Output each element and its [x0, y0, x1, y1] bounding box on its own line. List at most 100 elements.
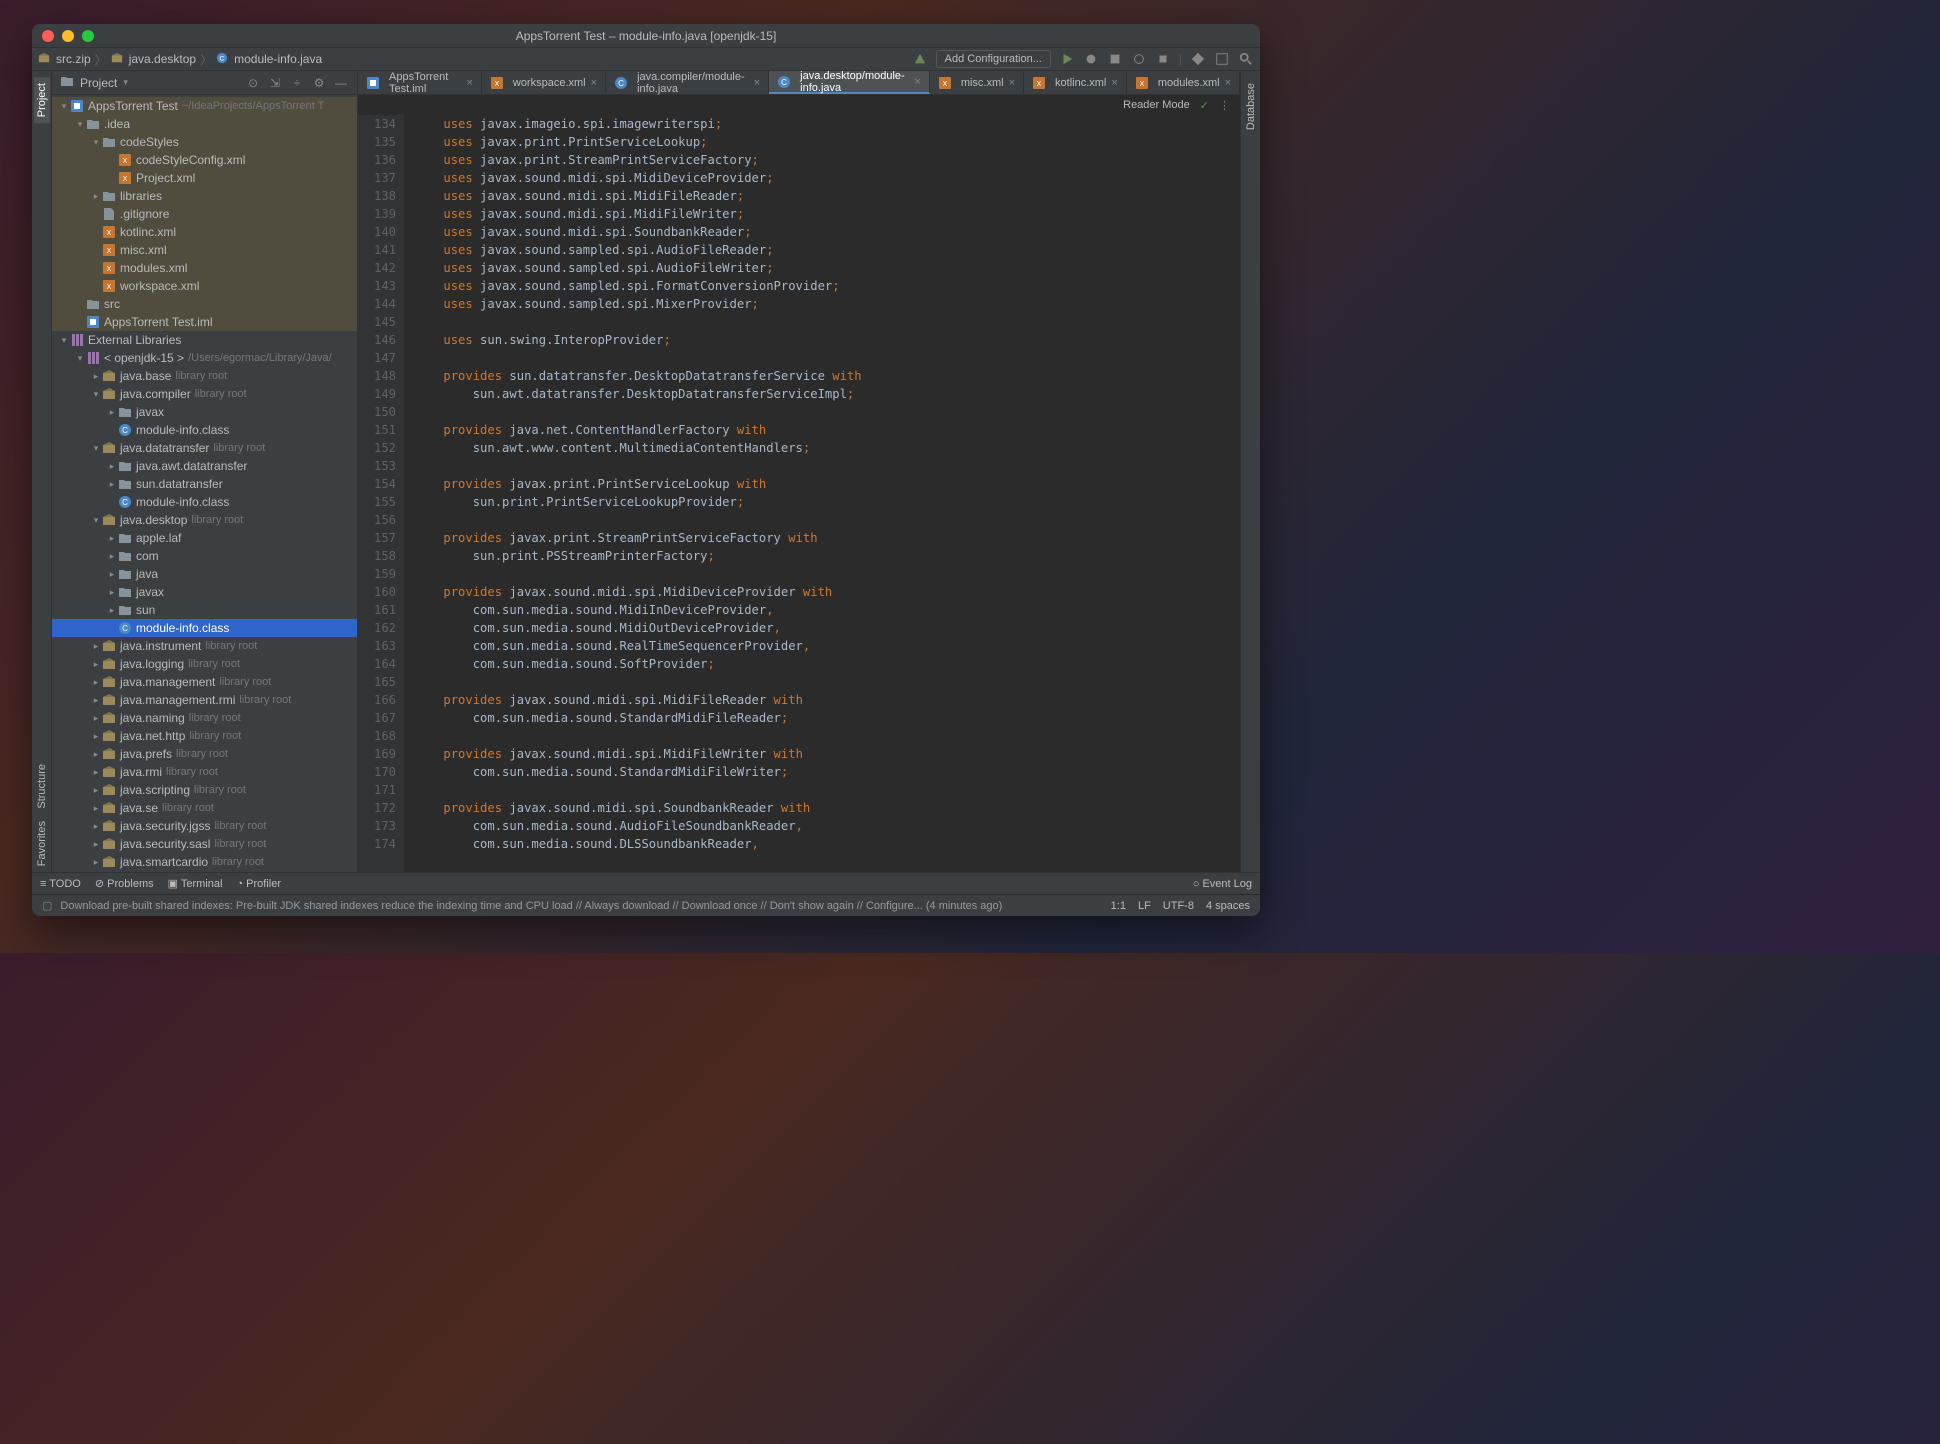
titlebar[interactable]: AppsTorrent Test – module-info.java [ope… — [32, 24, 1260, 48]
breadcrumb-item[interactable]: java.desktop — [129, 52, 196, 66]
tree-item[interactable]: ▸java.net.httplibrary root — [52, 727, 357, 745]
close-tab-icon[interactable]: × — [1111, 77, 1117, 89]
tree-item[interactable]: .gitignore — [52, 205, 357, 223]
tree-item[interactable]: src — [52, 295, 357, 313]
editor-tabs[interactable]: AppsTorrent Test.iml×workspace.xml×java.… — [358, 71, 1240, 95]
tree-item[interactable]: ▾java.datatransferlibrary root — [52, 439, 357, 457]
cursor-position[interactable]: 1:1 — [1111, 900, 1126, 912]
project-tree[interactable]: ▾AppsTorrent Test~/IdeaProjects/AppsTorr… — [52, 95, 357, 872]
problems-tab[interactable]: ⊘ Problems — [95, 877, 154, 890]
event-log-tab[interactable]: ○ Event Log — [1193, 878, 1252, 890]
select-opened-icon[interactable]: ⊙ — [245, 75, 261, 91]
file-encoding[interactable]: UTF-8 — [1163, 900, 1194, 912]
close-tab-icon[interactable]: × — [914, 76, 920, 88]
todo-tab[interactable]: ≡ TODO — [40, 878, 81, 890]
tree-item[interactable]: ▸java.baselibrary root — [52, 367, 357, 385]
indent-setting[interactable]: 4 spaces — [1206, 900, 1250, 912]
collapse-all-icon[interactable]: ÷ — [289, 75, 305, 91]
editor-tab[interactable]: java.desktop/module-info.java× — [769, 71, 930, 94]
reader-mode-label[interactable]: Reader Mode — [1123, 99, 1190, 111]
hide-panel-icon[interactable]: — — [333, 75, 349, 91]
show-tool-windows-icon[interactable]: ▢ — [42, 899, 52, 912]
tree-item[interactable]: ▸java.logginglibrary root — [52, 655, 357, 673]
tree-item[interactable]: ▾codeStyles — [52, 133, 357, 151]
add-configuration-button[interactable]: Add Configuration... — [936, 50, 1051, 68]
breadcrumb-item[interactable]: src.zip — [56, 52, 91, 66]
tree-item[interactable]: ▾java.compilerlibrary root — [52, 385, 357, 403]
tree-item[interactable]: ▸java.naminglibrary root — [52, 709, 357, 727]
tree-item[interactable]: modules.xml — [52, 259, 357, 277]
tree-item[interactable]: ▸java.security.sasllibrary root — [52, 835, 357, 853]
run-icon[interactable] — [1059, 51, 1075, 67]
pkg-icon — [102, 693, 116, 707]
tree-item[interactable]: module-info.class — [52, 493, 357, 511]
tree-item[interactable]: ▸javax — [52, 583, 357, 601]
tree-item[interactable]: module-info.class — [52, 619, 357, 637]
editor-tab[interactable]: java.compiler/module-info.java× — [606, 71, 769, 94]
gear-icon[interactable]: ⚙ — [311, 75, 327, 91]
tree-item[interactable]: ▸java.selibrary root — [52, 799, 357, 817]
tree-item[interactable]: misc.xml — [52, 241, 357, 259]
tree-item[interactable]: ▸java — [52, 565, 357, 583]
code-editor[interactable]: 1341351361371381391401411421431441451461… — [358, 115, 1240, 872]
menu-icon[interactable]: ⋮ — [1219, 99, 1230, 112]
editor-tab[interactable]: modules.xml× — [1127, 71, 1240, 94]
project-tool-tab[interactable]: Project — [34, 77, 50, 123]
coverage-icon[interactable] — [1107, 51, 1123, 67]
tree-item[interactable]: AppsTorrent Test.iml — [52, 313, 357, 331]
tree-item[interactable]: ▸java.managementlibrary root — [52, 673, 357, 691]
close-tab-icon[interactable]: × — [591, 77, 597, 89]
favorites-tool-tab[interactable]: Favorites — [34, 815, 50, 872]
tree-item[interactable]: ▸javax — [52, 403, 357, 421]
close-tab-icon[interactable]: × — [1225, 77, 1231, 89]
tree-item[interactable]: workspace.xml — [52, 277, 357, 295]
tree-item[interactable]: ▸java.instrumentlibrary root — [52, 637, 357, 655]
structure-tool-tab[interactable]: Structure — [34, 758, 50, 815]
tree-item[interactable]: ▸java.prefslibrary root — [52, 745, 357, 763]
close-tab-icon[interactable]: × — [466, 77, 472, 89]
profile-icon[interactable] — [1131, 51, 1147, 67]
database-tool-tab[interactable]: Database — [1243, 77, 1259, 136]
editor-tab[interactable]: kotlinc.xml× — [1024, 71, 1127, 94]
editor-tab[interactable]: workspace.xml× — [482, 71, 606, 94]
search-icon[interactable] — [1238, 51, 1254, 67]
tree-item[interactable]: ▸java.awt.datatransfer — [52, 457, 357, 475]
tree-item[interactable]: ▸java.scriptinglibrary root — [52, 781, 357, 799]
search-everywhere-icon[interactable] — [1214, 51, 1230, 67]
breadcrumb-item[interactable]: module-info.java — [234, 52, 322, 66]
tree-item[interactable]: codeStyleConfig.xml — [52, 151, 357, 169]
tree-item[interactable]: kotlinc.xml — [52, 223, 357, 241]
tree-item[interactable]: ▸java.security.jgsslibrary root — [52, 817, 357, 835]
tree-item[interactable]: ▸sun — [52, 601, 357, 619]
code-content[interactable]: uses javax.imageio.spi.imagewriterspi; u… — [404, 115, 1240, 872]
tree-item[interactable]: ▾External Libraries — [52, 331, 357, 349]
tree-item[interactable]: ▸com — [52, 547, 357, 565]
tree-item[interactable]: ▾java.desktoplibrary root — [52, 511, 357, 529]
tree-item[interactable]: ▾.idea — [52, 115, 357, 133]
tree-item[interactable]: Project.xml — [52, 169, 357, 187]
tree-item[interactable]: ▸java.management.rmilibrary root — [52, 691, 357, 709]
build-icon[interactable] — [912, 51, 928, 67]
git-icon[interactable] — [1190, 51, 1206, 67]
close-tab-icon[interactable]: × — [1009, 77, 1015, 89]
mod-icon — [366, 76, 380, 90]
expand-all-icon[interactable]: ⇲ — [267, 75, 283, 91]
tree-item[interactable]: module-info.class — [52, 421, 357, 439]
tree-item[interactable]: ▾< openjdk-15 >/Users/egormac/Library/Ja… — [52, 349, 357, 367]
terminal-tab[interactable]: ▣ Terminal — [168, 877, 223, 890]
debug-icon[interactable] — [1083, 51, 1099, 67]
profiler-tab[interactable]: ◔ Profiler — [236, 878, 281, 890]
tree-item[interactable]: ▸java.rmilibrary root — [52, 763, 357, 781]
tree-item[interactable]: ▸java.smartcardiolibrary root — [52, 853, 357, 871]
stop-icon[interactable] — [1155, 51, 1171, 67]
breadcrumb[interactable]: src.zip〉java.desktop〉module-info.java — [38, 51, 322, 68]
tree-item[interactable]: ▾AppsTorrent Test~/IdeaProjects/AppsTorr… — [52, 97, 357, 115]
line-separator[interactable]: LF — [1138, 900, 1151, 912]
status-message[interactable]: Download pre-built shared indexes: Pre-b… — [60, 900, 1002, 912]
editor-tab[interactable]: misc.xml× — [930, 71, 1024, 94]
editor-tab[interactable]: AppsTorrent Test.iml× — [358, 71, 482, 94]
tree-item[interactable]: ▸sun.datatransfer — [52, 475, 357, 493]
tree-item[interactable]: ▸libraries — [52, 187, 357, 205]
tree-item[interactable]: ▸apple.laf — [52, 529, 357, 547]
close-tab-icon[interactable]: × — [754, 77, 760, 89]
